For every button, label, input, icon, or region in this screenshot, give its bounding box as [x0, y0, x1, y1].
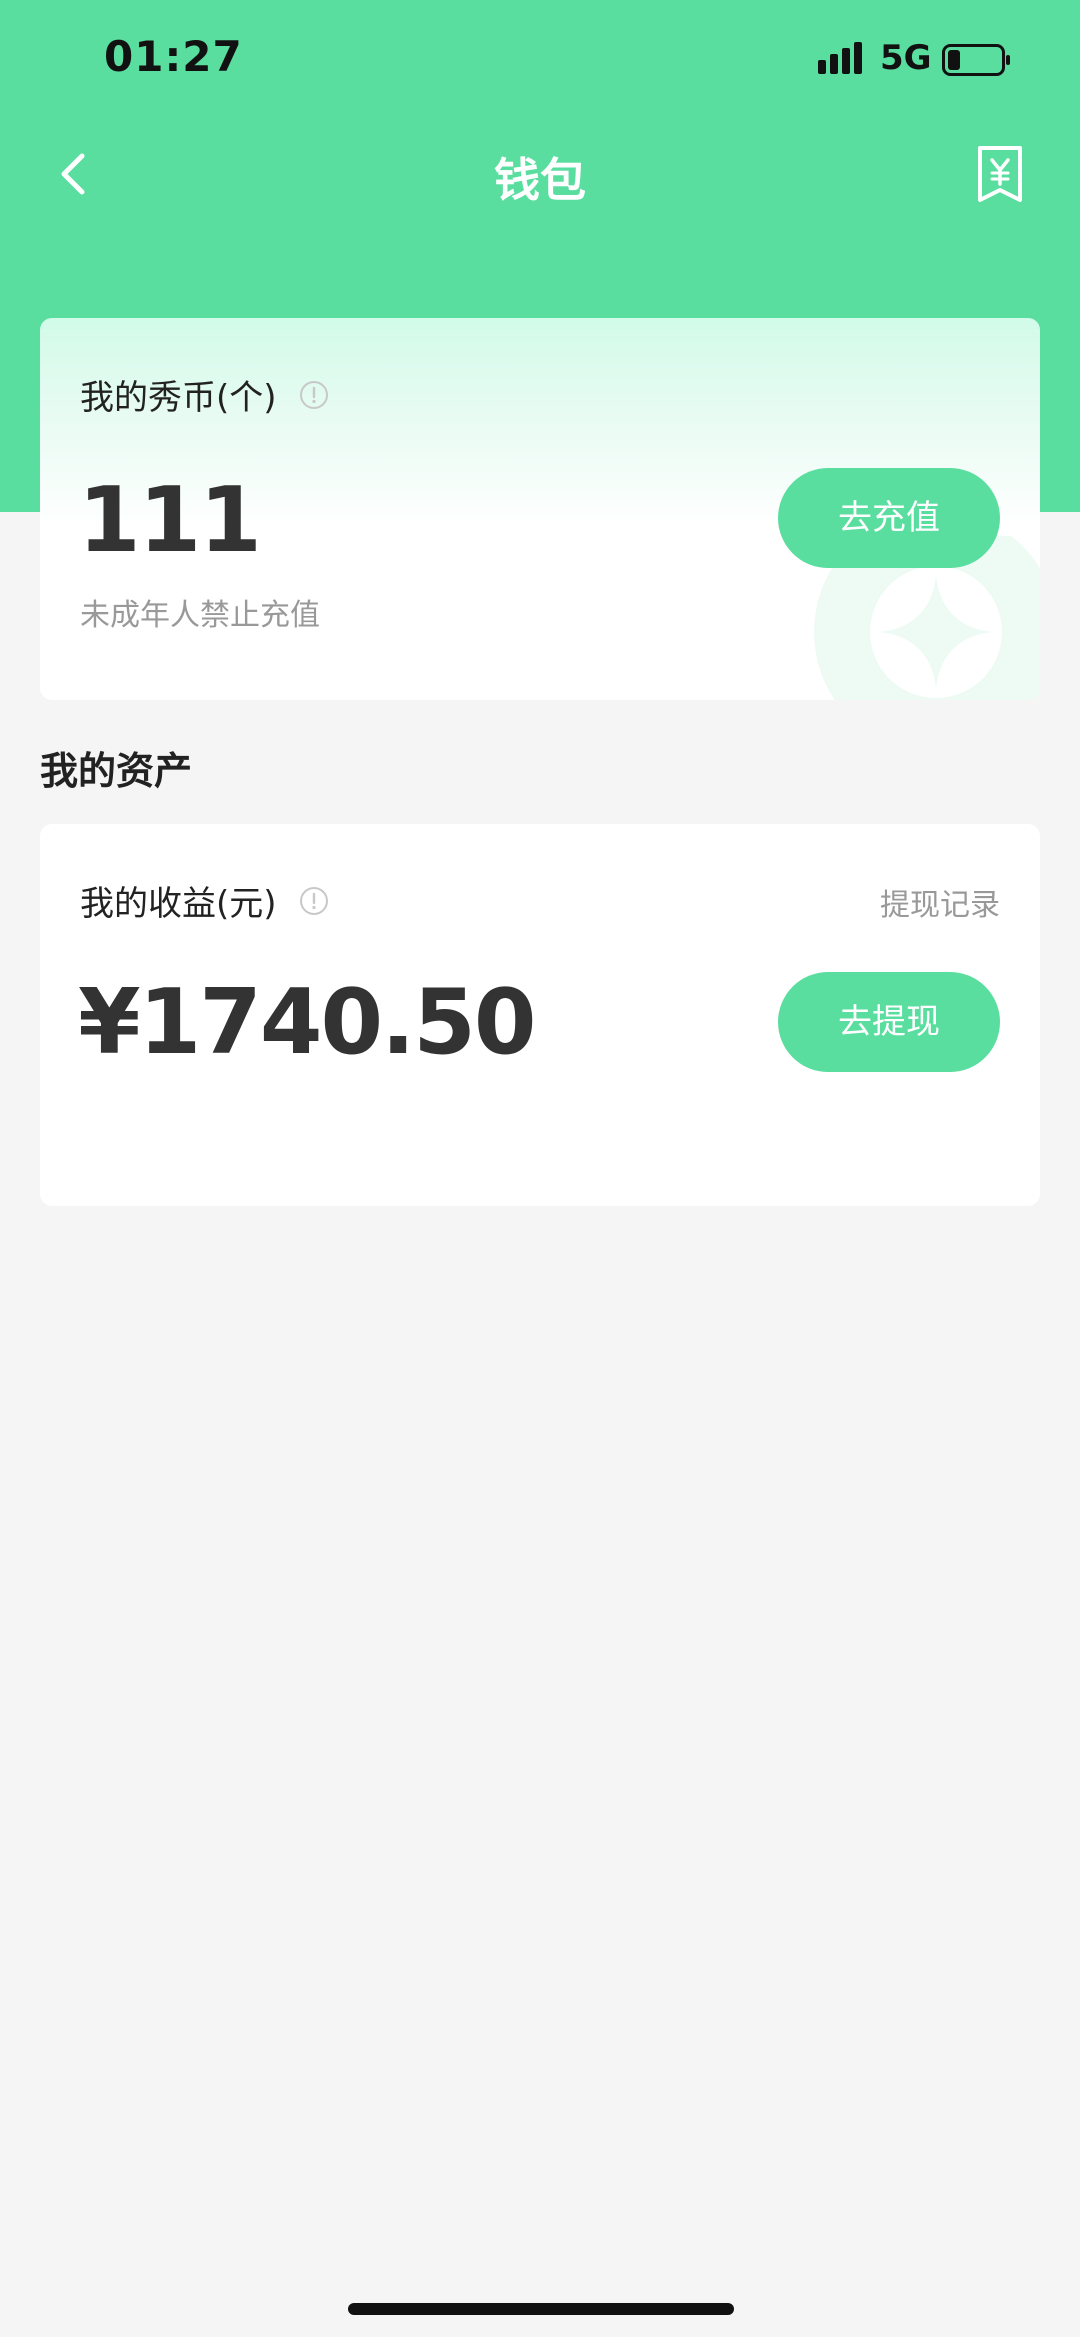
earnings-amount: ¥1740.50 [78, 970, 537, 1075]
earnings-label: 我的收益(元) [80, 884, 277, 924]
recharge-button[interactable]: 去充值 [778, 468, 1000, 568]
coin-balance-card: 我的秀币(个) 111 未成年人禁止充值 去充值 [40, 318, 1040, 700]
receipt-yuan-icon[interactable] [972, 142, 1028, 206]
assets-section-title: 我的资产 [40, 749, 193, 793]
home-indicator[interactable] [348, 2303, 734, 2315]
status-time: 01:27 [104, 32, 243, 81]
info-circle-icon[interactable] [299, 380, 329, 410]
page-title: 钱包 [494, 153, 586, 207]
coin-label: 我的秀币(个) [80, 378, 277, 418]
minor-recharge-notice: 未成年人禁止充值 [80, 598, 320, 633]
network-type: 5G [880, 38, 932, 78]
earnings-label-row: 我的收益(元) [80, 876, 329, 925]
coin-label-row: 我的秀币(个) [80, 370, 329, 419]
signal-bars-icon [818, 42, 862, 74]
withdraw-button[interactable]: 去提现 [778, 972, 1000, 1072]
coin-amount: 111 [78, 468, 262, 573]
nav-bar: 钱包 [0, 120, 1080, 230]
battery-low-icon [942, 44, 1010, 76]
withdraw-record-link[interactable]: 提现记录 [880, 880, 1000, 924]
status-bar: 01:27 5G [0, 0, 1080, 120]
earnings-card: 我的收益(元) 提现记录 ¥1740.50 去提现 [40, 824, 1040, 1206]
info-circle-icon[interactable] [299, 886, 329, 916]
